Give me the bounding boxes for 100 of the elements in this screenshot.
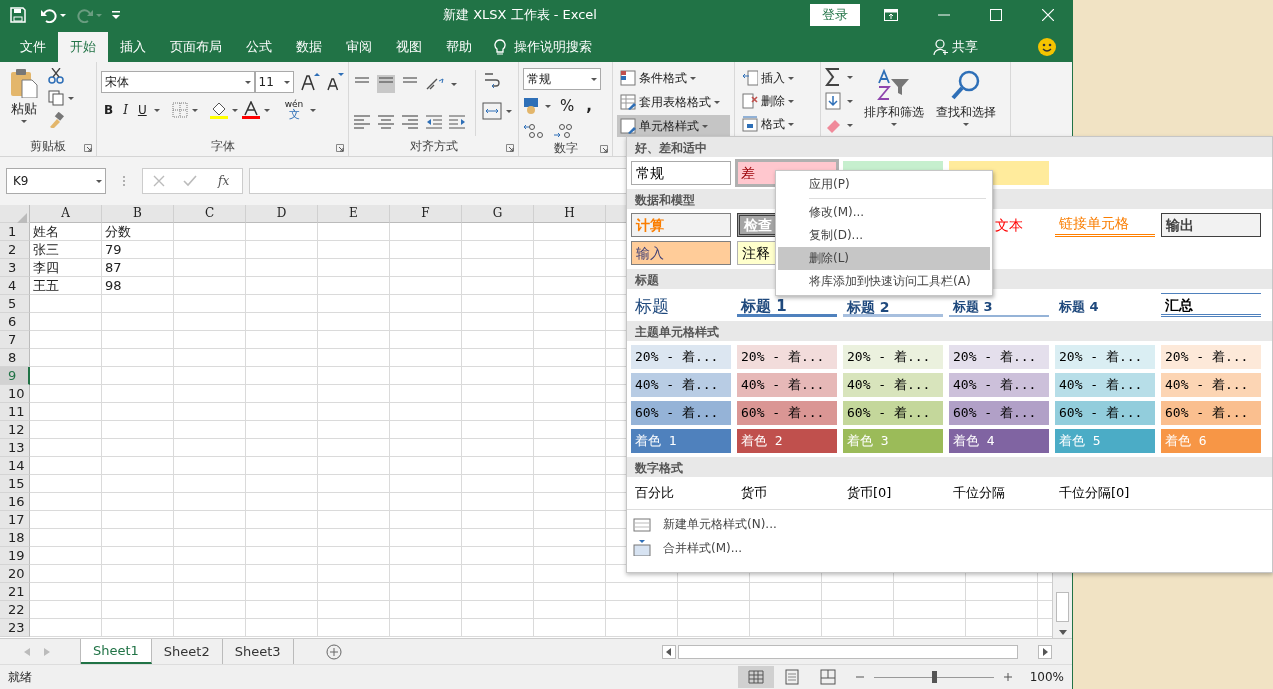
font-color-icon[interactable] [241,101,270,119]
row-header[interactable]: 5 [0,295,30,313]
cells-button[interactable]: 删除 [739,91,816,111]
ribbon-tab[interactable]: 文件 [8,32,58,62]
close-icon[interactable] [1042,9,1054,21]
cell-style-option[interactable]: 20% - 着... [1161,345,1261,369]
indent-icons[interactable] [425,113,467,131]
menu-item[interactable]: 删除(L) [778,247,990,270]
undo-icon[interactable] [40,7,66,23]
dialog-launcher-icon[interactable] [336,144,344,152]
bold-button[interactable]: B [101,100,117,120]
scroll-left-icon[interactable] [662,644,676,659]
caret-icon[interactable] [153,108,160,112]
percent-button[interactable]: % [557,94,578,119]
new-sheet-icon[interactable] [325,643,342,660]
phonetic-guide-button[interactable]: wén 文 [281,99,307,121]
font-size-field[interactable]: 11 [254,71,294,93]
align-left-icon[interactable] [353,113,371,131]
cell-style-option[interactable]: 60% - 着... [1161,401,1261,425]
ribbon-tab[interactable]: 视图 [384,32,434,62]
column-header[interactable]: C [174,205,246,223]
column-header[interactable]: E [318,205,390,223]
cell-style-option[interactable]: 着色 2 [737,429,837,453]
cell-style-option[interactable]: 20% - 着... [949,345,1049,369]
grow-font-icon[interactable] [300,72,320,92]
cell-style-option[interactable]: 60% - 着... [631,401,731,425]
cell-style-option[interactable]: 40% - 着... [843,373,943,397]
zoom-slider-thumb[interactable] [931,671,937,683]
caret-icon[interactable] [284,80,290,84]
row-header[interactable]: 2 [0,241,30,259]
fill-down-icon[interactable] [825,92,855,110]
maximize-icon[interactable] [990,9,1002,21]
caret-icon[interactable] [591,77,597,81]
styles-button[interactable]: 条件格式 [617,67,730,89]
share-button[interactable]: 共享 [952,37,978,57]
cell-style-option[interactable]: 40% - 着... [631,373,731,397]
lightbulb-icon[interactable] [494,38,506,56]
dialog-launcher-icon[interactable] [84,144,92,152]
row-header[interactable]: 19 [0,547,30,565]
column-header[interactable]: A [30,205,102,223]
decrease-decimal-icon[interactable] [553,122,575,139]
row-header[interactable]: 15 [0,475,30,493]
row-header[interactable]: 7 [0,331,30,349]
login-button[interactable]: 登录 [810,4,860,26]
cell-style-option[interactable]: 汇总 [1161,293,1261,317]
menu-item[interactable]: 合并样式(M)... [627,536,1272,560]
cell-style-option[interactable]: 输出 [1161,213,1261,237]
ribbon-tab[interactable]: 数据 [284,32,334,62]
styles-button[interactable]: 单元格样式 [617,115,730,137]
scrollbar-thumb[interactable] [1056,592,1069,622]
row-header[interactable]: 18 [0,529,30,547]
caret-icon[interactable] [244,80,251,84]
copy-icon[interactable] [48,90,74,106]
cell-style-option[interactable]: 常规 [631,161,731,185]
merge-center-icon[interactable] [482,102,512,120]
caret-icon[interactable] [96,179,102,183]
ribbon-tab[interactable]: 帮助 [434,32,484,62]
zoom-level[interactable]: 100% [1029,668,1064,686]
cell-style-option[interactable]: 60% - 着... [949,401,1049,425]
autosum-icon[interactable] [825,68,855,86]
sheet-tab[interactable]: Sheet1 [81,639,152,664]
row-header[interactable]: 22 [0,601,30,619]
cell-style-option[interactable]: 60% - 着... [843,401,943,425]
row-header[interactable]: 16 [0,493,30,511]
find-select-button[interactable]: 查找和选择 [933,68,999,136]
paste-icon[interactable] [9,68,39,98]
caret-icon[interactable] [21,119,27,123]
row-header[interactable]: 9 [0,367,30,385]
cell-style-option[interactable]: 40% - 着... [1161,373,1261,397]
italic-button[interactable]: I [120,100,131,120]
cells-button[interactable]: 格式 [739,114,816,134]
row-header[interactable]: 8 [0,349,30,367]
scroll-right-icon[interactable] [1038,644,1052,659]
align-right-icon[interactable] [401,113,419,131]
cell-style-option[interactable]: 20% - 着... [737,345,837,369]
row-header[interactable]: 23 [0,619,30,637]
cell-style-option[interactable]: 60% - 着... [737,401,837,425]
currency-icon[interactable] [523,97,551,116]
name-box[interactable]: K9 [6,168,106,194]
cells-button[interactable]: 插入 [739,68,816,88]
dialog-launcher-icon[interactable] [506,144,514,152]
cell-style-option[interactable]: 20% - 着... [1055,345,1155,369]
row-header[interactable]: 10 [0,385,30,403]
row-header[interactable]: 14 [0,457,30,475]
row-header[interactable]: 4 [0,277,30,295]
row-header[interactable]: 12 [0,421,30,439]
cell-style-option[interactable]: 20% - 着... [843,345,943,369]
ribbon-tab[interactable]: 插入 [108,32,158,62]
row-header[interactable]: 11 [0,403,30,421]
caret-icon[interactable] [310,108,317,112]
save-icon[interactable] [10,7,26,23]
normal-view-icon[interactable] [737,666,774,688]
font-name-field[interactable]: 宋体 [101,71,255,93]
row-header[interactable]: 20 [0,565,30,583]
smiley-icon[interactable] [1038,38,1056,56]
cell-style-option[interactable]: 60% - 着... [1055,401,1155,425]
menu-item[interactable]: 新建单元格样式(N)... [627,512,1272,536]
paste-button[interactable]: 粘贴 [8,98,40,120]
column-header[interactable]: F [390,205,462,223]
cell-style-option[interactable]: 着色 4 [949,429,1049,453]
